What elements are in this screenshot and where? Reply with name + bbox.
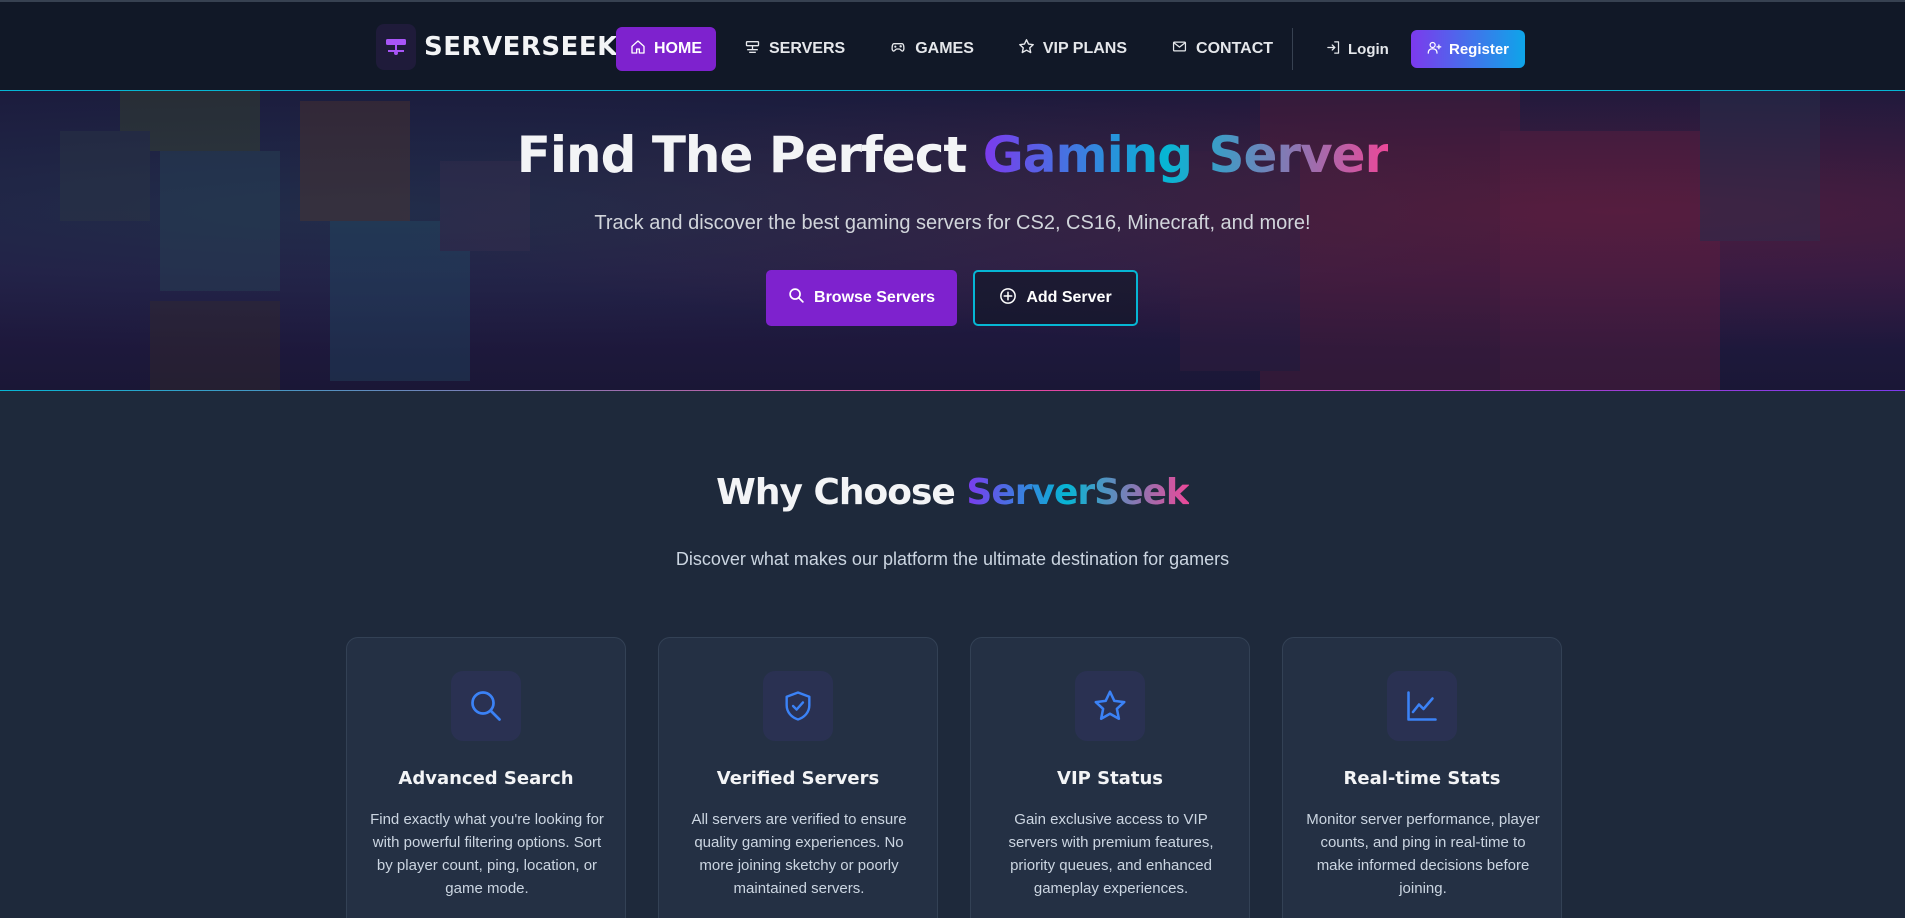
browse-servers-label: Browse Servers — [814, 289, 935, 306]
register-button[interactable]: Register — [1411, 30, 1525, 68]
feature-card-verified-servers: Verified Servers All servers are verifie… — [658, 637, 938, 918]
nav-item-label: CONTACT — [1196, 40, 1274, 57]
nav-divider — [1292, 28, 1293, 70]
login-button[interactable]: Login — [1318, 30, 1397, 68]
feature-card-realtime-stats: Real-time Stats Monitor server performan… — [1282, 637, 1562, 918]
hero-title-prefix: Find The Perfect — [516, 126, 968, 184]
nav-item-label: GAMES — [915, 40, 974, 57]
shield-check-icon — [763, 671, 833, 741]
top-navbar: SERVERSEEK HOME SERVERS GAMES VIP PLANS — [0, 0, 1905, 91]
add-server-button[interactable]: Add Server — [973, 270, 1138, 326]
hero-title-highlight: Gaming Server — [982, 126, 1390, 184]
feature-title: Real-time Stats — [1343, 768, 1501, 789]
feature-card-advanced-search: Advanced Search Find exactly what you're… — [346, 637, 626, 918]
features-title-prefix: Why Choose — [716, 472, 956, 513]
feature-description: All servers are verified to ensure quali… — [691, 811, 907, 897]
feature-description: Find exactly what you're looking for wit… — [370, 811, 604, 897]
features-title-highlight: ServerSeek — [966, 472, 1189, 513]
nav-item-servers[interactable]: SERVERS — [730, 27, 859, 71]
envelope-icon — [1171, 39, 1188, 59]
user-plus-icon — [1427, 40, 1442, 59]
nav-item-label: VIP PLANS — [1042, 40, 1128, 57]
brand-name: SERVERSEEK — [424, 32, 618, 62]
login-label: Login — [1348, 40, 1389, 58]
features-title: Why Choose ServerSeek — [0, 472, 1905, 513]
nav-item-label: SERVERS — [769, 40, 846, 57]
feature-title: VIP Status — [1057, 768, 1163, 789]
feature-description: Gain exclusive access to VIP servers wit… — [1008, 811, 1214, 897]
login-icon — [1326, 40, 1341, 59]
hero-title: Find The Perfect Gaming Server — [0, 126, 1905, 184]
nav-item-contact[interactable]: CONTACT — [1157, 27, 1287, 71]
feature-card-vip-status: VIP Status Gain exclusive access to VIP … — [970, 637, 1250, 918]
feature-title: Advanced Search — [398, 768, 574, 789]
servers-icon — [744, 39, 761, 60]
plus-circle-icon — [999, 287, 1017, 310]
browse-servers-button[interactable]: Browse Servers — [766, 270, 957, 326]
search-icon — [451, 671, 521, 741]
features-subtitle: Discover what makes our platform the ult… — [675, 549, 1230, 569]
search-icon — [788, 287, 805, 309]
hero-divider — [0, 390, 1905, 391]
brand-logo[interactable]: SERVERSEEK — [376, 22, 618, 72]
star-icon — [1018, 38, 1035, 60]
feature-title: Verified Servers — [716, 768, 880, 789]
nav-item-label: HOME — [654, 40, 702, 57]
nav-item-games[interactable]: GAMES — [875, 27, 988, 71]
gamepad-icon — [889, 39, 907, 60]
nav-item-vip-plans[interactable]: VIP PLANS — [1004, 27, 1141, 71]
star-icon — [1075, 671, 1145, 741]
feature-description: Monitor server performance, player count… — [1306, 811, 1540, 897]
nav-item-home[interactable]: HOME — [616, 27, 716, 71]
add-server-label: Add Server — [1026, 289, 1112, 306]
server-logo-icon — [376, 24, 416, 70]
hero-subtitle: Track and discover the best gaming serve… — [594, 212, 1311, 234]
register-label: Register — [1448, 40, 1510, 58]
home-icon — [630, 39, 646, 60]
chart-line-icon — [1387, 671, 1457, 741]
main-nav: HOME SERVERS GAMES VIP PLANS CONTACT — [616, 27, 1303, 71]
